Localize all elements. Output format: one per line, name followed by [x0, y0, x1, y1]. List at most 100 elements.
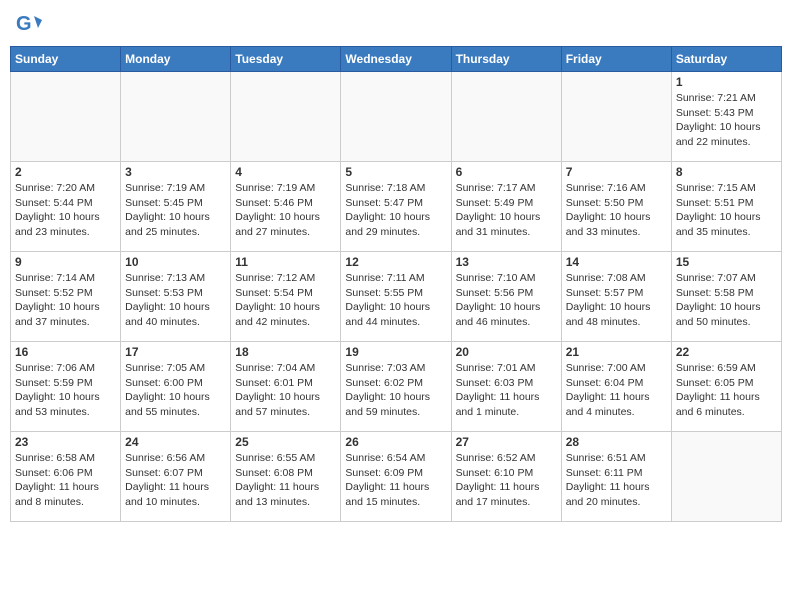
calendar-header-sunday: Sunday: [11, 47, 121, 72]
day-info: Sunrise: 7:00 AMSunset: 6:04 PMDaylight:…: [566, 361, 667, 420]
day-info: Sunrise: 7:07 AMSunset: 5:58 PMDaylight:…: [676, 271, 777, 330]
day-number: 20: [456, 345, 557, 359]
day-info: Sunrise: 7:13 AMSunset: 5:53 PMDaylight:…: [125, 271, 226, 330]
day-number: 2: [15, 165, 116, 179]
day-number: 24: [125, 435, 226, 449]
day-info: Sunrise: 6:55 AMSunset: 6:08 PMDaylight:…: [235, 451, 336, 510]
day-number: 17: [125, 345, 226, 359]
day-number: 26: [345, 435, 446, 449]
day-info: Sunrise: 6:54 AMSunset: 6:09 PMDaylight:…: [345, 451, 446, 510]
logo-icon: G: [14, 10, 42, 38]
day-number: 7: [566, 165, 667, 179]
calendar-cell: 20 Sunrise: 7:01 AMSunset: 6:03 PMDayligh…: [451, 342, 561, 432]
day-info: Sunrise: 7:21 AMSunset: 5:43 PMDaylight:…: [676, 91, 777, 150]
calendar-header-wednesday: Wednesday: [341, 47, 451, 72]
page-header: G: [10, 10, 782, 38]
day-number: 28: [566, 435, 667, 449]
day-info: Sunrise: 7:19 AMSunset: 5:46 PMDaylight:…: [235, 181, 336, 240]
day-number: 1: [676, 75, 777, 89]
day-info: Sunrise: 7:04 AMSunset: 6:01 PMDaylight:…: [235, 361, 336, 420]
calendar-cell: [561, 72, 671, 162]
day-number: 4: [235, 165, 336, 179]
calendar-cell: 8 Sunrise: 7:15 AMSunset: 5:51 PMDaylight…: [671, 162, 781, 252]
calendar-cell: 27 Sunrise: 6:52 AMSunset: 6:10 PMDayligh…: [451, 432, 561, 522]
calendar-cell: [11, 72, 121, 162]
day-number: 9: [15, 255, 116, 269]
day-info: Sunrise: 6:56 AMSunset: 6:07 PMDaylight:…: [125, 451, 226, 510]
day-number: 11: [235, 255, 336, 269]
svg-text:G: G: [16, 13, 32, 35]
calendar-cell: 22 Sunrise: 6:59 AMSunset: 6:05 PMDayligh…: [671, 342, 781, 432]
day-number: 8: [676, 165, 777, 179]
calendar-cell: 18 Sunrise: 7:04 AMSunset: 6:01 PMDayligh…: [231, 342, 341, 432]
day-info: Sunrise: 7:14 AMSunset: 5:52 PMDaylight:…: [15, 271, 116, 330]
calendar-cell: 17 Sunrise: 7:05 AMSunset: 6:00 PMDayligh…: [121, 342, 231, 432]
calendar-header-row: SundayMondayTuesdayWednesdayThursdayFrid…: [11, 47, 782, 72]
week-row-1: 1 Sunrise: 7:21 AMSunset: 5:43 PMDaylight…: [11, 72, 782, 162]
day-number: 19: [345, 345, 446, 359]
day-info: Sunrise: 7:08 AMSunset: 5:57 PMDaylight:…: [566, 271, 667, 330]
calendar-cell: 26 Sunrise: 6:54 AMSunset: 6:09 PMDayligh…: [341, 432, 451, 522]
calendar-cell: 21 Sunrise: 7:00 AMSunset: 6:04 PMDayligh…: [561, 342, 671, 432]
week-row-2: 2 Sunrise: 7:20 AMSunset: 5:44 PMDaylight…: [11, 162, 782, 252]
day-info: Sunrise: 6:59 AMSunset: 6:05 PMDaylight:…: [676, 361, 777, 420]
day-number: 21: [566, 345, 667, 359]
calendar-cell: 24 Sunrise: 6:56 AMSunset: 6:07 PMDayligh…: [121, 432, 231, 522]
calendar-cell: 7 Sunrise: 7:16 AMSunset: 5:50 PMDaylight…: [561, 162, 671, 252]
calendar-cell: 1 Sunrise: 7:21 AMSunset: 5:43 PMDaylight…: [671, 72, 781, 162]
day-number: 16: [15, 345, 116, 359]
day-info: Sunrise: 6:52 AMSunset: 6:10 PMDaylight:…: [456, 451, 557, 510]
day-info: Sunrise: 7:01 AMSunset: 6:03 PMDaylight:…: [456, 361, 557, 420]
day-info: Sunrise: 7:12 AMSunset: 5:54 PMDaylight:…: [235, 271, 336, 330]
week-row-3: 9 Sunrise: 7:14 AMSunset: 5:52 PMDaylight…: [11, 252, 782, 342]
calendar-cell: 12Sunrise: 7:11 AMSunset: 5:55 PMDayligh…: [341, 252, 451, 342]
calendar-cell: 2 Sunrise: 7:20 AMSunset: 5:44 PMDaylight…: [11, 162, 121, 252]
day-number: 25: [235, 435, 336, 449]
day-info: Sunrise: 7:15 AMSunset: 5:51 PMDaylight:…: [676, 181, 777, 240]
day-number: 23: [15, 435, 116, 449]
calendar-cell: 10 Sunrise: 7:13 AMSunset: 5:53 PMDayligh…: [121, 252, 231, 342]
calendar-cell: 13 Sunrise: 7:10 AMSunset: 5:56 PMDayligh…: [451, 252, 561, 342]
day-number: 22: [676, 345, 777, 359]
day-number: 10: [125, 255, 226, 269]
calendar-cell: 16 Sunrise: 7:06 AMSunset: 5:59 PMDayligh…: [11, 342, 121, 432]
day-info: Sunrise: 6:58 AMSunset: 6:06 PMDaylight:…: [15, 451, 116, 510]
calendar-cell: 4 Sunrise: 7:19 AMSunset: 5:46 PMDaylight…: [231, 162, 341, 252]
calendar-cell: [671, 432, 781, 522]
day-number: 3: [125, 165, 226, 179]
week-row-4: 16 Sunrise: 7:06 AMSunset: 5:59 PMDayligh…: [11, 342, 782, 432]
calendar-header-monday: Monday: [121, 47, 231, 72]
day-info: Sunrise: 7:20 AMSunset: 5:44 PMDaylight:…: [15, 181, 116, 240]
day-number: 12: [345, 255, 446, 269]
day-info: Sunrise: 7:03 AMSunset: 6:02 PMDaylight:…: [345, 361, 446, 420]
calendar-cell: 3 Sunrise: 7:19 AMSunset: 5:45 PMDaylight…: [121, 162, 231, 252]
calendar-cell: [451, 72, 561, 162]
day-number: 13: [456, 255, 557, 269]
calendar-cell: [121, 72, 231, 162]
day-info: Sunrise: 7:06 AMSunset: 5:59 PMDaylight:…: [15, 361, 116, 420]
calendar-cell: [341, 72, 451, 162]
day-number: 6: [456, 165, 557, 179]
calendar-cell: 23 Sunrise: 6:58 AMSunset: 6:06 PMDayligh…: [11, 432, 121, 522]
day-info: Sunrise: 7:05 AMSunset: 6:00 PMDaylight:…: [125, 361, 226, 420]
day-info: Sunrise: 7:18 AMSunset: 5:47 PMDaylight:…: [345, 181, 446, 240]
logo: G: [14, 10, 46, 38]
day-info: Sunrise: 6:51 AMSunset: 6:11 PMDaylight:…: [566, 451, 667, 510]
calendar-cell: [231, 72, 341, 162]
calendar-cell: 15Sunrise: 7:07 AMSunset: 5:58 PMDayligh…: [671, 252, 781, 342]
day-info: Sunrise: 7:19 AMSunset: 5:45 PMDaylight:…: [125, 181, 226, 240]
calendar-cell: 14 Sunrise: 7:08 AMSunset: 5:57 PMDayligh…: [561, 252, 671, 342]
calendar-cell: 6 Sunrise: 7:17 AMSunset: 5:49 PMDaylight…: [451, 162, 561, 252]
calendar-cell: 11 Sunrise: 7:12 AMSunset: 5:54 PMDayligh…: [231, 252, 341, 342]
day-info: Sunrise: 7:17 AMSunset: 5:49 PMDaylight:…: [456, 181, 557, 240]
calendar-cell: 9 Sunrise: 7:14 AMSunset: 5:52 PMDaylight…: [11, 252, 121, 342]
day-number: 18: [235, 345, 336, 359]
day-info: Sunrise: 7:10 AMSunset: 5:56 PMDaylight:…: [456, 271, 557, 330]
day-number: 5: [345, 165, 446, 179]
day-number: 27: [456, 435, 557, 449]
calendar-cell: 19 Sunrise: 7:03 AMSunset: 6:02 PMDayligh…: [341, 342, 451, 432]
day-info: Sunrise: 7:16 AMSunset: 5:50 PMDaylight:…: [566, 181, 667, 240]
calendar-header-saturday: Saturday: [671, 47, 781, 72]
calendar-header-tuesday: Tuesday: [231, 47, 341, 72]
day-number: 14: [566, 255, 667, 269]
